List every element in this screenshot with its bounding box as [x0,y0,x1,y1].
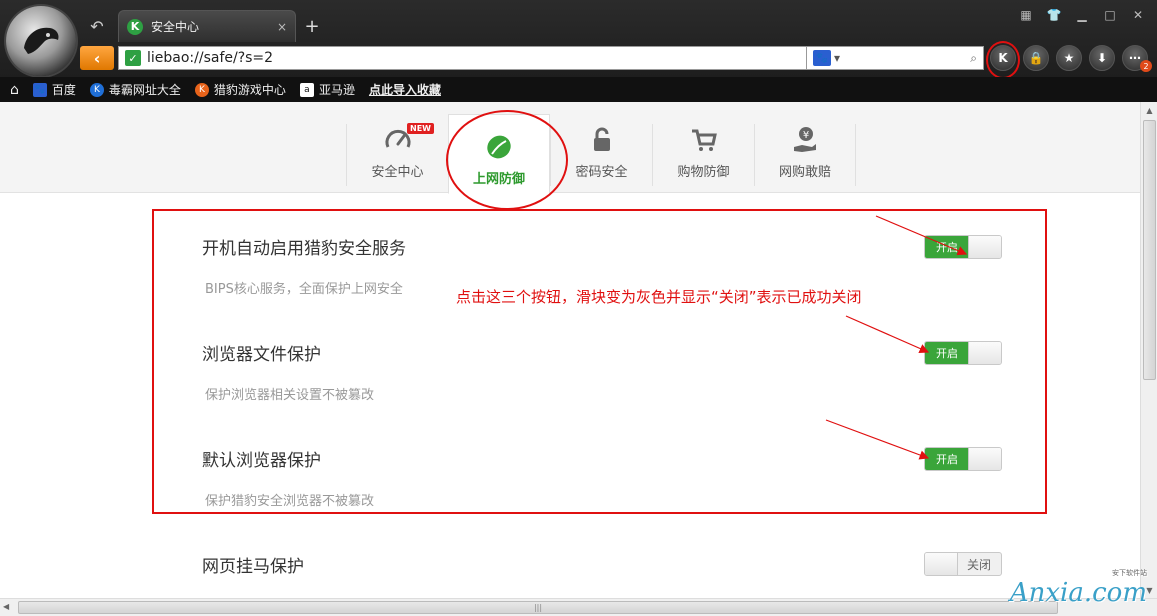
toggle-off-label: 关闭 [966,557,991,572]
cheetah-logo-icon[interactable] [6,6,76,76]
maximize-icon[interactable]: □ [1099,5,1121,25]
setting-desc: BIPS核心服务，全面保护上网安全 [205,282,403,297]
lock-icon[interactable]: 🔒 [1023,45,1049,71]
download-icon[interactable]: ⬇ [1089,45,1115,71]
tab-security-center[interactable]: NEW 安全中心 [346,123,448,186]
tab-favicon-icon: K [127,18,143,35]
search-engine-dropdown-icon[interactable]: ▾ [834,51,840,65]
toggle-browser-file-protection[interactable]: 开启 [924,341,1002,365]
scroll-up-icon[interactable]: ▲ [1141,102,1157,118]
bookmark-game-center[interactable]: K 猎豹游戏中心 [194,81,286,98]
setting-title: 默认浏览器保护 [202,451,321,471]
toggle-auto-start-service[interactable]: 开启 [924,235,1002,259]
window-controls: ▦ 👕 ▁ □ ✕ [1015,4,1149,26]
setting-title: 开机自动启用猎豹安全服务 [202,239,406,259]
toggle-knob[interactable] [968,236,1001,258]
toggle-on-label: 开启 [925,342,969,364]
toggle-on-label: 开启 [925,236,969,258]
tab-safe-center[interactable]: K 安全中心 × [118,10,296,42]
baidu-search-icon[interactable]: 🐾 [813,50,831,66]
bookmark-amazon[interactable]: a 亚马逊 [299,81,355,98]
search-box[interactable]: 🐾 ▾ ⌕ [806,46,984,70]
toggle-web-trojan-protection[interactable]: 关闭 [924,552,1002,576]
bookmark-duba[interactable]: K 毒霸网址大全 [89,81,181,98]
new-tab-button[interactable]: + [300,14,324,38]
secure-check-icon: ✓ [125,50,141,66]
setting-desc: 保护浏览器相关设置不被篡改 [205,388,375,403]
toggle-default-browser-protection[interactable]: 开启 [924,447,1002,471]
bookmarks-bar: ⌂ 🐾 百度 K 毒霸网址大全 K 猎豹游戏中心 a 亚马逊 点此导入收藏 [0,77,1157,102]
page-content: NEW 安全中心 上网防御 密码安全 购物防御 ¥ 网购敢赔 开机自动启用猎豹安… [0,102,1140,598]
game-icon: K [194,82,209,97]
watermark: Anxia.com 安下软件站 [1009,569,1147,608]
notification-badge: 2 [1140,60,1152,72]
favorites-star-icon[interactable]: ★ [1056,45,1082,71]
setting-title: 网页挂马保护 [202,557,304,577]
annotation-text: 点击这三个按钮，滑块变为灰色并显示“关闭”表示已成功关闭 [456,288,862,306]
address-bar[interactable]: ✓ liebao://safe/?s=2 ⊘ ★▾ ↻ [118,46,878,70]
home-icon[interactable]: ⌂ [10,82,19,98]
skin-icon[interactable]: ▦ [1015,5,1037,25]
bookmark-baidu[interactable]: 🐾 百度 [32,81,76,98]
address-text[interactable]: liebao://safe/?s=2 [147,50,273,66]
yen-hand-icon: ¥ [794,127,816,152]
new-badge: NEW [407,123,434,134]
svg-text:¥: ¥ [803,130,809,141]
annotation-circle-active-tab [446,110,568,210]
cart-icon [691,129,717,151]
minimize-icon[interactable]: ▁ [1071,5,1093,25]
toggle-knob[interactable] [968,448,1001,470]
shirt-icon[interactable]: 👕 [1043,5,1065,25]
setting-desc: 保护猎豹安全浏览器不被篡改 [205,494,375,509]
tab-shopping-defense[interactable]: 购物防御 [652,124,754,186]
annotation-circle-k [986,41,1020,79]
security-tab-bar: NEW 安全中心 上网防御 密码安全 购物防御 ¥ 网购敢赔 [0,102,1140,194]
vertical-scroll-thumb[interactable] [1143,120,1156,380]
back-button[interactable]: ‹ [80,46,114,70]
scroll-left-icon[interactable]: ◀ [3,602,9,611]
horizontal-scroll-thumb[interactable]: ||| [18,601,1058,614]
baidu-paw-icon: 🐾 [32,82,47,97]
close-tab-icon[interactable]: × [277,20,287,34]
lock-icon [593,127,610,151]
browser-chrome: ▦ 👕 ▁ □ ✕ ↶ K 安全中心 × + ‹ ✓ liebao://safe… [0,0,1157,102]
tab-title: 安全中心 [151,20,200,34]
toggle-on-label: 开启 [925,448,969,470]
search-icon[interactable]: ⌕ [970,51,977,66]
tab-shopping-compensation[interactable]: ¥ 网购敢赔 [754,124,856,186]
vertical-scrollbar[interactable]: ▲ ▼ [1140,102,1157,598]
duba-k-icon: K [89,82,104,97]
toggle-knob[interactable] [968,342,1001,364]
import-favorites-link[interactable]: 点此导入收藏 [369,81,441,98]
setting-title: 浏览器文件保护 [202,345,321,365]
close-window-icon[interactable]: ✕ [1127,5,1149,25]
horizontal-scrollbar[interactable]: ◀ ||| [0,598,1157,616]
toggle-knob[interactable] [925,553,958,575]
undo-close-tab-icon[interactable]: ↶ [84,14,110,38]
amazon-icon: a [299,82,314,97]
